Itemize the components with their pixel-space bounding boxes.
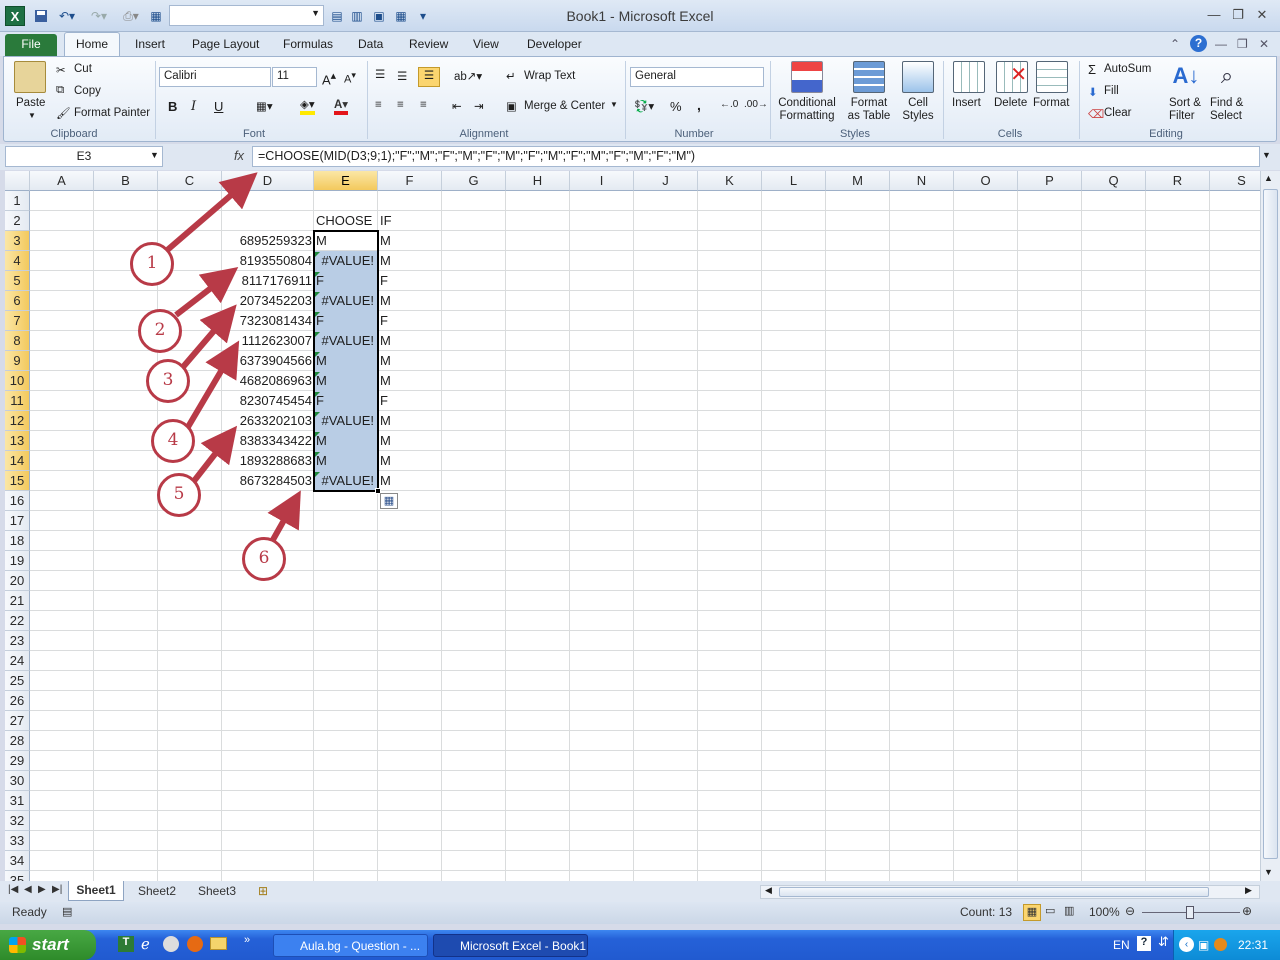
status-count: Count: 13 xyxy=(960,905,1013,919)
start-label: start xyxy=(32,935,69,954)
scroll-right-icon[interactable]: ▶ xyxy=(1245,885,1252,896)
tray-expand-icon[interactable]: ‹ xyxy=(1179,937,1194,952)
taskbar-item-chrome[interactable]: Aula.bg - Question - ... xyxy=(273,934,428,957)
windows-logo-icon xyxy=(9,937,26,953)
scroll-left-icon[interactable]: ◀ xyxy=(765,885,772,896)
tray-avast-icon[interactable] xyxy=(1214,938,1227,951)
system-tray: ‹ ▣ 22:31 xyxy=(1173,930,1280,960)
horizontal-scroll-thumb[interactable] xyxy=(779,887,1209,897)
sheet-tab-bar: |◀ ◀ ▶ ▶| Sheet1 Sheet2 Sheet3 ⊞ ◀ ▶ xyxy=(0,881,1280,902)
normal-view-icon[interactable]: ▦ xyxy=(1023,904,1041,921)
callout-5: 5 xyxy=(157,473,201,517)
quicklaunch-app-icon[interactable]: T xyxy=(118,936,134,952)
callout-4: 4 xyxy=(151,419,195,463)
status-ready: Ready xyxy=(12,905,47,919)
sheet-tab-sheet3[interactable]: Sheet3 xyxy=(198,884,236,898)
macro-record-icon[interactable]: ▤ xyxy=(62,905,72,918)
folder-icon[interactable] xyxy=(210,937,227,950)
language-indicator[interactable]: EN xyxy=(1113,938,1130,952)
start-button[interactable]: start xyxy=(0,930,96,960)
firefox-icon[interactable] xyxy=(187,936,203,952)
quicklaunch-more-icon[interactable]: » xyxy=(244,934,250,946)
tray-app-icon[interactable]: ▣ xyxy=(1198,938,1209,952)
help-tray-icon[interactable]: ? xyxy=(1137,936,1151,951)
status-bar: Ready ▤ Count: 13 ▦ ▭ ▥ 100% ⊖ ⊕ xyxy=(0,902,1280,924)
zoom-in-icon[interactable]: ⊕ xyxy=(1242,904,1252,918)
taskbar-item-excel[interactable]: Microsoft Excel - Book1 xyxy=(433,934,588,957)
chrome-icon[interactable] xyxy=(163,936,179,952)
horizontal-scrollbar[interactable]: ◀ ▶ xyxy=(760,885,1260,899)
callout-1: 1 xyxy=(130,242,174,286)
network-tray-icon[interactable]: ⇵ xyxy=(1158,934,1169,950)
page-layout-view-icon[interactable]: ▭ xyxy=(1045,904,1055,917)
zoom-slider-thumb[interactable] xyxy=(1186,906,1194,919)
callout-6: 6 xyxy=(242,537,286,581)
sheet-tab-sheet2[interactable]: Sheet2 xyxy=(138,884,176,898)
callout-3: 3 xyxy=(146,359,190,403)
first-sheet-icon[interactable]: |◀ xyxy=(8,884,18,895)
prev-sheet-icon[interactable]: ◀ xyxy=(24,884,32,895)
page-break-view-icon[interactable]: ▥ xyxy=(1064,904,1074,917)
insert-sheet-icon[interactable]: ⊞ xyxy=(258,884,268,898)
last-sheet-icon[interactable]: ▶| xyxy=(52,884,62,895)
clock: 22:31 xyxy=(1238,938,1269,952)
sheet-tab-sheet1[interactable]: Sheet1 xyxy=(68,881,124,901)
next-sheet-icon[interactable]: ▶ xyxy=(38,884,46,895)
callout-2: 2 xyxy=(138,309,182,353)
zoom-level[interactable]: 100% xyxy=(1089,905,1120,919)
zoom-out-icon[interactable]: ⊖ xyxy=(1125,904,1135,918)
internet-explorer-icon[interactable]: ℯ xyxy=(141,935,150,953)
